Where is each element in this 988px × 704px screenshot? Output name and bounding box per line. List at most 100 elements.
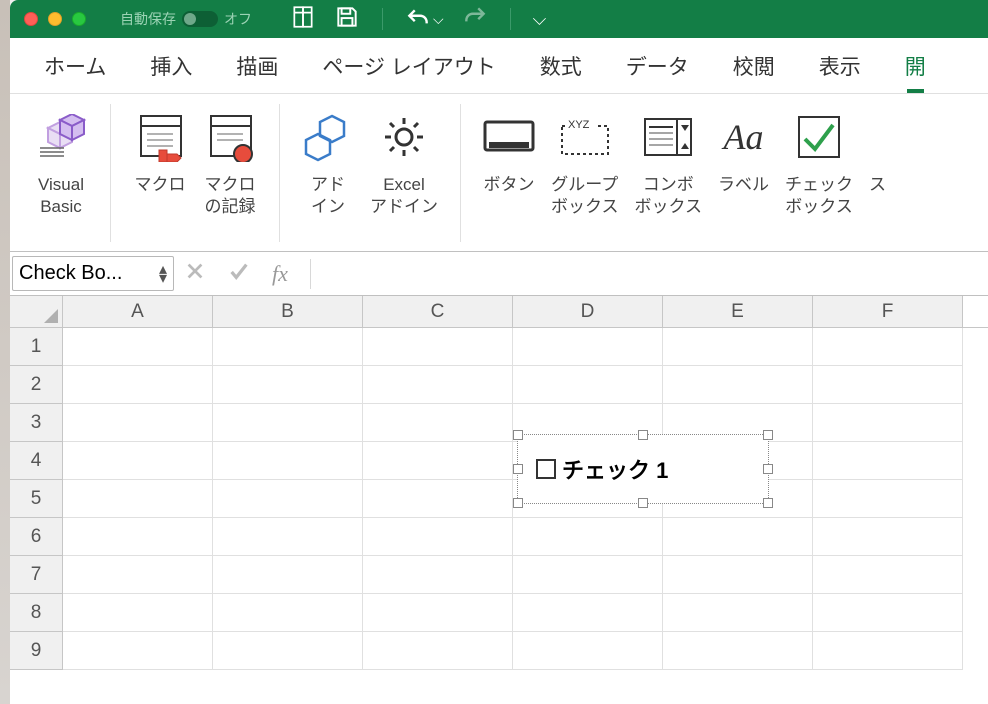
- resize-handle[interactable]: [638, 430, 648, 440]
- button-control-button[interactable]: ボタン: [475, 104, 543, 234]
- cell[interactable]: [213, 632, 363, 670]
- visual-basic-button[interactable]: Visual Basic: [26, 104, 96, 234]
- cell[interactable]: [813, 556, 963, 594]
- redo-button[interactable]: [462, 4, 488, 35]
- workbook-icon[interactable]: [290, 4, 316, 35]
- cell[interactable]: [213, 442, 363, 480]
- col-header-a[interactable]: A: [63, 296, 213, 327]
- groupbox-control-button[interactable]: XYZ グループ ボックス: [543, 104, 627, 234]
- cell[interactable]: [813, 480, 963, 518]
- cell[interactable]: [513, 632, 663, 670]
- formula-input[interactable]: [333, 252, 978, 295]
- cell[interactable]: [513, 594, 663, 632]
- combobox-control-button[interactable]: コンボ ボックス: [627, 104, 711, 234]
- row-header[interactable]: 7: [10, 556, 63, 594]
- cell[interactable]: [813, 442, 963, 480]
- cell[interactable]: [663, 594, 813, 632]
- name-box[interactable]: Check Bo... ▴▾: [12, 256, 174, 291]
- macros-button[interactable]: マクロ: [125, 104, 195, 234]
- cell[interactable]: [213, 366, 363, 404]
- cell[interactable]: [363, 556, 513, 594]
- cell[interactable]: [363, 480, 513, 518]
- col-header-b[interactable]: B: [213, 296, 363, 327]
- resize-handle[interactable]: [638, 498, 648, 508]
- maximize-window-button[interactable]: [72, 12, 86, 26]
- tab-home[interactable]: ホーム: [22, 38, 128, 93]
- tab-data[interactable]: データ: [604, 38, 711, 93]
- cell[interactable]: [63, 404, 213, 442]
- row-header[interactable]: 2: [10, 366, 63, 404]
- row-header[interactable]: 4: [10, 442, 63, 480]
- cell[interactable]: [63, 442, 213, 480]
- resize-handle[interactable]: [513, 498, 523, 508]
- tab-developer[interactable]: 開: [883, 38, 948, 93]
- save-icon[interactable]: [334, 4, 360, 35]
- record-macro-button[interactable]: マクロ の記録: [195, 104, 265, 234]
- label-control-button[interactable]: Aa ラベル: [710, 104, 777, 234]
- cell[interactable]: [213, 518, 363, 556]
- col-header-f[interactable]: F: [813, 296, 963, 327]
- col-header-e[interactable]: E: [663, 296, 813, 327]
- resize-handle[interactable]: [513, 430, 523, 440]
- undo-button[interactable]: ⌵: [405, 6, 444, 32]
- checkbox-control-button[interactable]: チェック ボックス: [777, 104, 861, 234]
- tab-view[interactable]: 表示: [797, 38, 883, 93]
- name-box-stepper-icon[interactable]: ▴▾: [159, 265, 167, 283]
- tab-page-layout[interactable]: ページ レイアウト: [300, 38, 517, 93]
- select-all-corner[interactable]: [10, 296, 63, 327]
- cell[interactable]: [813, 518, 963, 556]
- resize-handle[interactable]: [763, 498, 773, 508]
- cell[interactable]: [213, 404, 363, 442]
- resize-handle[interactable]: [763, 464, 773, 474]
- minimize-window-button[interactable]: [48, 12, 62, 26]
- cell[interactable]: [63, 518, 213, 556]
- cell[interactable]: [663, 328, 813, 366]
- cell[interactable]: [63, 328, 213, 366]
- cell[interactable]: [213, 594, 363, 632]
- resize-handle[interactable]: [763, 430, 773, 440]
- tab-draw[interactable]: 描画: [214, 38, 300, 93]
- close-window-button[interactable]: [24, 12, 38, 26]
- scrollbar-control-button[interactable]: ス: [861, 104, 886, 234]
- row-header[interactable]: 5: [10, 480, 63, 518]
- cell[interactable]: [213, 328, 363, 366]
- cell[interactable]: [213, 480, 363, 518]
- cell[interactable]: [363, 404, 513, 442]
- cell[interactable]: [63, 594, 213, 632]
- cell[interactable]: [813, 366, 963, 404]
- cell[interactable]: [363, 594, 513, 632]
- cell[interactable]: [813, 404, 963, 442]
- cell[interactable]: [663, 632, 813, 670]
- qat-customize-icon[interactable]: ⌵: [533, 9, 547, 30]
- cell[interactable]: [813, 594, 963, 632]
- undo-dropdown-icon[interactable]: ⌵: [433, 11, 444, 28]
- enter-icon[interactable]: [228, 260, 250, 287]
- row-header[interactable]: 6: [10, 518, 63, 556]
- checkbox-form-control[interactable]: チェック 1: [517, 434, 769, 504]
- autosave-toggle[interactable]: 自動保存 オフ: [120, 9, 252, 29]
- cell[interactable]: [63, 556, 213, 594]
- cell[interactable]: [363, 442, 513, 480]
- cell[interactable]: [663, 556, 813, 594]
- cell[interactable]: [63, 632, 213, 670]
- fx-label[interactable]: fx: [272, 261, 288, 287]
- row-header[interactable]: 9: [10, 632, 63, 670]
- cell[interactable]: [363, 366, 513, 404]
- cell[interactable]: [513, 556, 663, 594]
- cell[interactable]: [513, 518, 663, 556]
- resize-handle[interactable]: [513, 464, 523, 474]
- cell[interactable]: [813, 328, 963, 366]
- cell[interactable]: [663, 518, 813, 556]
- cell[interactable]: [513, 328, 663, 366]
- tab-formulas[interactable]: 数式: [518, 38, 604, 93]
- row-header[interactable]: 1: [10, 328, 63, 366]
- worksheet-grid[interactable]: A B C D E F 1 2 3 4 5 6 7 8 9 チェック 1: [10, 296, 988, 670]
- cell[interactable]: [363, 632, 513, 670]
- cell[interactable]: [663, 366, 813, 404]
- cell[interactable]: [63, 366, 213, 404]
- cell[interactable]: [213, 556, 363, 594]
- col-header-c[interactable]: C: [363, 296, 513, 327]
- tab-insert[interactable]: 挿入: [128, 38, 214, 93]
- cell[interactable]: [63, 480, 213, 518]
- cell[interactable]: [363, 328, 513, 366]
